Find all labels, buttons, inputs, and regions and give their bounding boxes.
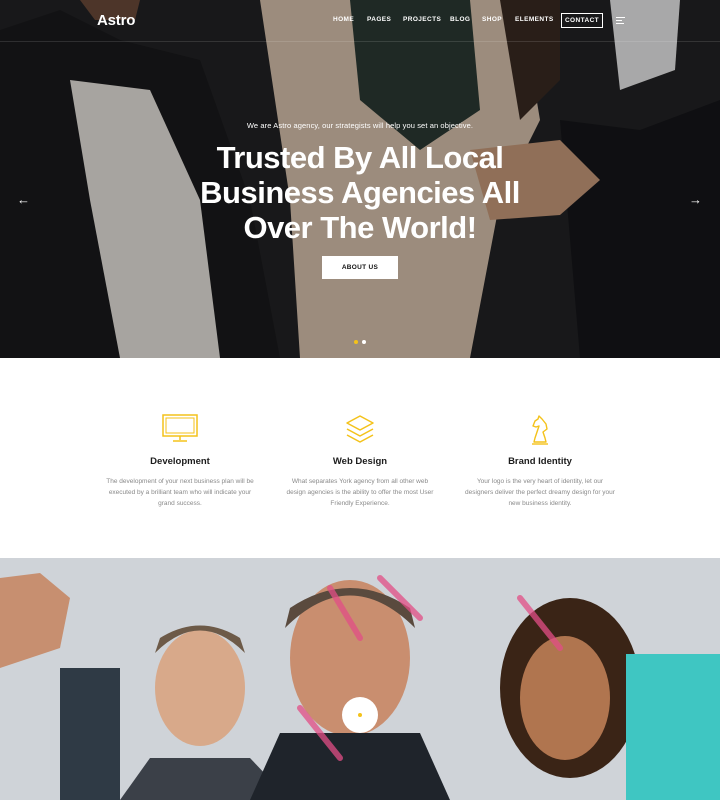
hero-title-line: Over The World!: [243, 210, 477, 245]
service-title: Brand Identity: [508, 456, 572, 467]
hero-slider: Astro HOME PAGES PROJECTS BLOG SHOP ELEM…: [0, 0, 720, 358]
nav-contact-button[interactable]: CONTACT: [561, 13, 603, 28]
hamburger-icon[interactable]: [616, 17, 625, 24]
nav-shop[interactable]: SHOP: [482, 16, 502, 23]
nav-projects[interactable]: PROJECTS: [403, 16, 441, 23]
layers-icon: [285, 414, 435, 448]
slider-dot[interactable]: [354, 340, 358, 344]
play-icon: [358, 713, 362, 717]
nav-blog[interactable]: BLOG: [450, 16, 470, 23]
hero-title: Trusted By All Local Business Agencies A…: [160, 140, 560, 245]
service-title: Development: [150, 456, 210, 467]
about-us-button[interactable]: ABOUT US: [322, 256, 398, 279]
prev-slide-arrow-icon[interactable]: ←: [17, 193, 30, 207]
nav-home[interactable]: HOME: [333, 16, 354, 23]
service-development: Development The development of your next…: [105, 414, 255, 509]
service-description: The development of your next business pl…: [106, 478, 254, 507]
monitor-icon: [105, 414, 255, 448]
service-title: Web Design: [332, 456, 388, 467]
hero-title-line: Trusted By All Local: [216, 140, 504, 175]
slider-dot[interactable]: [362, 340, 366, 344]
service-web-design: Web Design What separates York agency fr…: [285, 414, 435, 509]
chess-knight-icon: [465, 414, 615, 448]
hero-title-line: Business Agencies All: [200, 175, 520, 210]
services-section: Development The development of your next…: [0, 358, 720, 558]
hero-subtitle: We are Astro agency, our strategists wil…: [246, 121, 474, 130]
site-logo[interactable]: Astro: [97, 12, 135, 29]
team-background-image: [0, 558, 720, 800]
service-description: What separates York agency from all othe…: [286, 478, 434, 507]
nav-elements[interactable]: ELEMENTS: [515, 16, 554, 23]
service-description: Your logo is the very heart of identity,…: [465, 478, 615, 507]
next-slide-arrow-icon[interactable]: →: [689, 193, 702, 207]
play-video-button[interactable]: [342, 697, 378, 733]
service-brand-identity: Brand Identity Your logo is the very hea…: [465, 414, 615, 509]
nav-pages[interactable]: PAGES: [367, 16, 391, 23]
top-navbar: Astro HOME PAGES PROJECTS BLOG SHOP ELEM…: [0, 0, 720, 42]
video-section: [0, 558, 720, 800]
